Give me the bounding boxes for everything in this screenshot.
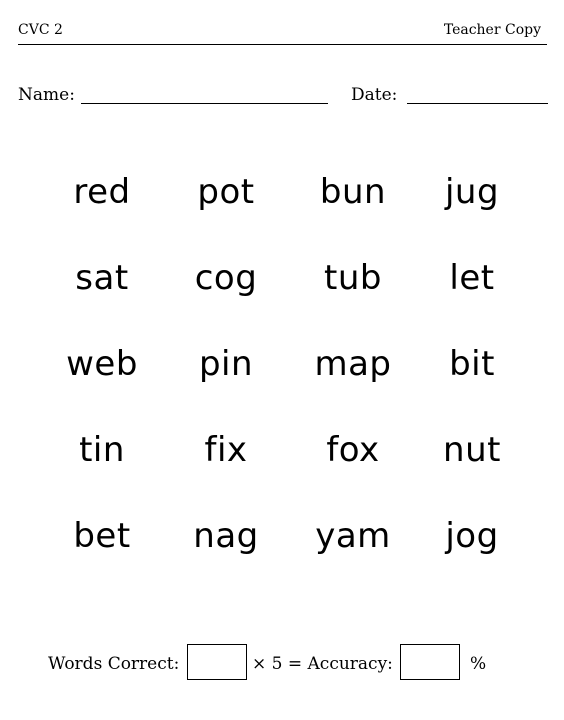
word: fix	[204, 430, 248, 470]
word: yam	[315, 516, 391, 556]
name-field[interactable]	[81, 103, 328, 104]
word: jog	[445, 516, 499, 556]
multiplier-text: × 5 = Accuracy:	[252, 654, 393, 674]
words-correct-label: Words Correct:	[48, 654, 180, 674]
word: tub	[324, 258, 382, 298]
accuracy-box[interactable]	[400, 644, 460, 680]
copy-label: Teacher Copy	[443, 22, 541, 38]
student-info: Name: Date:	[18, 85, 548, 115]
word: bun	[319, 172, 387, 212]
word: web	[66, 344, 138, 384]
word: nut	[443, 430, 501, 470]
date-label: Date:	[351, 85, 398, 105]
page-header: CVC 2 Teacher Copy	[18, 22, 547, 45]
word: red	[73, 172, 131, 212]
word: fox	[326, 430, 380, 470]
word: let	[449, 258, 495, 298]
percent-symbol: %	[470, 654, 487, 674]
word: nag	[193, 516, 259, 556]
word: sat	[75, 258, 129, 298]
date-field[interactable]	[407, 103, 548, 104]
score-footer: Words Correct: × 5 = Accuracy: %	[48, 644, 508, 680]
word: tin	[79, 430, 125, 470]
word: map	[314, 344, 392, 384]
words-correct-box[interactable]	[187, 644, 247, 680]
word: cog	[194, 258, 258, 298]
worksheet-title: CVC 2	[18, 22, 63, 38]
word: jug	[444, 172, 500, 212]
word: pin	[198, 344, 254, 384]
name-label: Name:	[18, 85, 75, 105]
word: bet	[73, 516, 131, 556]
word: bit	[449, 344, 495, 384]
word: pot	[197, 172, 255, 212]
